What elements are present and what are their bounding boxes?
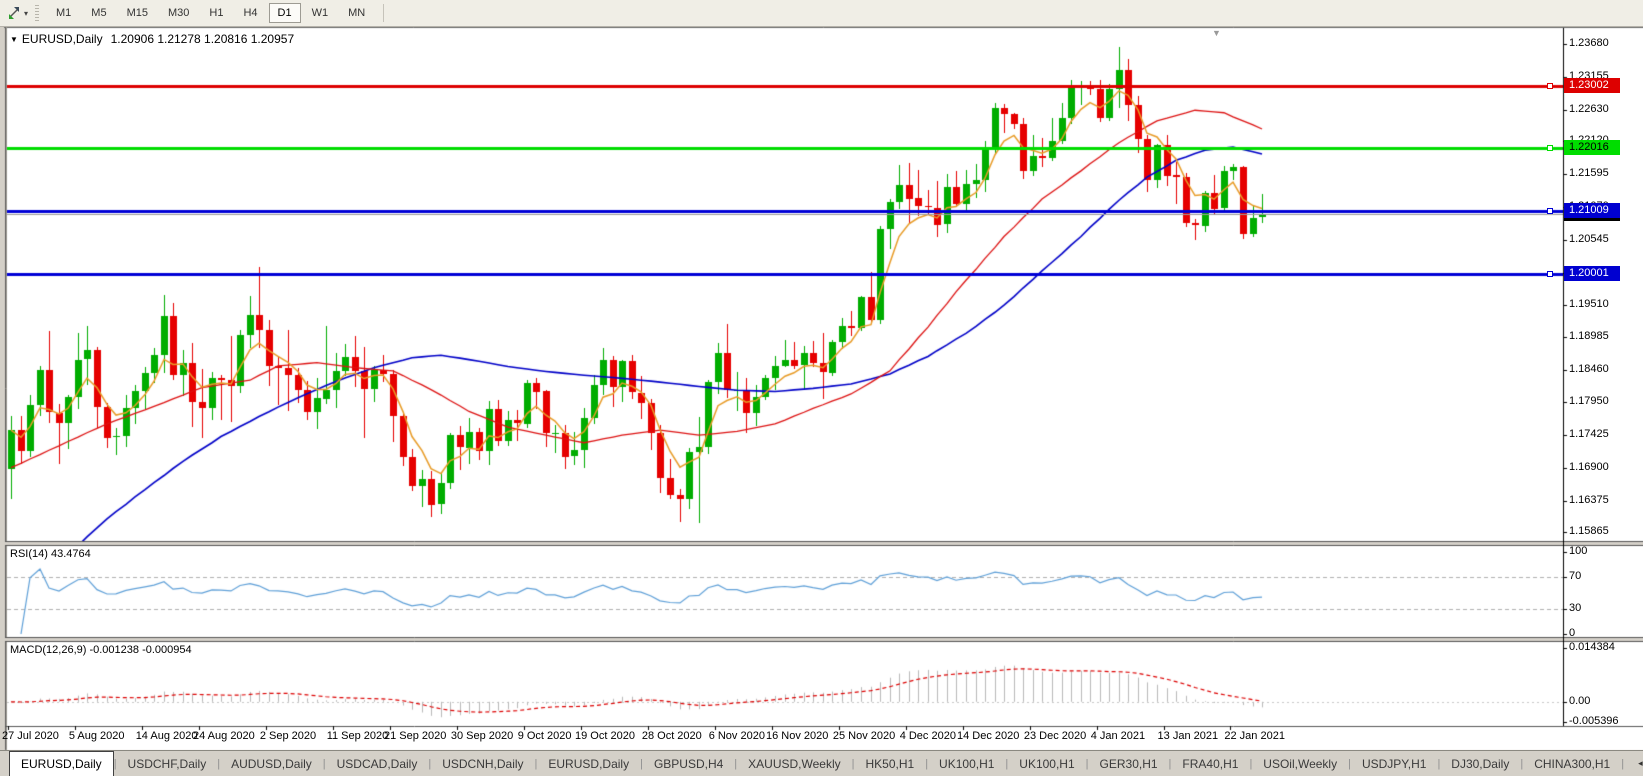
hline-handle[interactable] [1547,208,1553,214]
chart-ohlc-values: 1.20906 1.21278 1.20816 1.20957 [111,32,295,46]
tab-eurusd-daily[interactable]: EURUSD,Daily [9,751,114,776]
chart-canvas[interactable] [0,0,1643,776]
date-axis-label: 27 Jul 2020 [2,730,59,742]
hline-price-label[interactable]: 1.21009 [1564,203,1620,218]
date-axis-label: 11 Sep 2020 [327,730,389,742]
tab-us[interactable]: US [1624,753,1635,775]
date-axis-label: 5 Aug 2020 [69,730,125,742]
hline-handle[interactable] [1547,83,1553,89]
tab-scroll-left-icon[interactable]: ◂ [1635,756,1643,771]
hline-handle[interactable] [1547,271,1553,277]
date-axis-label: 13 Jan 2021 [1158,730,1219,742]
hline-price-label[interactable]: 1.23002 [1564,78,1620,93]
tab-ger30-h1[interactable]: GER30,H1 [1089,753,1169,775]
date-axis-label: 30 Sep 2020 [451,730,513,742]
rsi-indicator-label: RSI(14) 43.4764 [10,548,91,560]
date-axis-label: 21 Sep 2020 [384,730,446,742]
tab-usdjpy-h1[interactable]: USDJPY,H1 [1351,753,1437,775]
macd-axis-tick: 0.00 [1569,695,1590,707]
hline-handle[interactable] [1547,145,1553,151]
timeframe-button-h1[interactable]: H1 [200,3,232,23]
date-axis-label: 24 Aug 2020 [193,730,255,742]
tab-uk100-h1[interactable]: UK100,H1 [928,753,1005,775]
timeframe-button-d1[interactable]: D1 [269,3,301,23]
cursor-arrows-icon[interactable] [5,5,23,21]
price-axis-tick: 1.21595 [1569,167,1609,179]
date-axis-label: 28 Oct 2020 [642,730,702,742]
price-axis-tick: 1.18460 [1569,363,1609,375]
tab-xauusd-weekly[interactable]: XAUUSD,Weekly [737,753,851,775]
tab-usdcad-daily[interactable]: USDCAD,Daily [326,753,429,775]
date-axis-label: 14 Dec 2020 [957,730,1019,742]
price-axis-tick: 1.23680 [1569,37,1609,49]
macd-indicator-label: MACD(12,26,9) -0.001238 -0.000954 [10,644,192,656]
chart-tabbar: EURUSD,Daily|USDCHF,Daily|AUDUSD,Daily|U… [0,750,1643,776]
tab-dj30-daily[interactable]: DJ30,Daily [1440,753,1520,775]
date-axis-label: 19 Oct 2020 [575,730,635,742]
tab-fra40-h1[interactable]: FRA40,H1 [1171,753,1249,775]
tab-china300-h1[interactable]: CHINA300,H1 [1523,753,1621,775]
tab-usdchf-daily[interactable]: USDCHF,Daily [117,753,218,775]
symbol-marker-icon[interactable]: ▼ [10,35,18,44]
timeframe-button-m30[interactable]: M30 [159,3,198,23]
toolbar-grip[interactable] [35,5,39,21]
price-axis-tick: 1.17425 [1569,428,1609,440]
chart-symbol-label: EURUSD,Daily [22,32,103,46]
timeframe-button-m1[interactable]: M1 [47,3,80,23]
hline-price-label[interactable]: 1.20001 [1564,266,1620,281]
tab-usoil-weekly[interactable]: USOil,Weekly [1252,753,1348,775]
date-axis-label: 4 Jan 2021 [1091,730,1145,742]
price-axis-tick: 1.17950 [1569,395,1609,407]
date-axis-label: 4 Dec 2020 [900,730,956,742]
price-axis-tick: 1.19510 [1569,298,1609,310]
date-axis-label: 16 Nov 2020 [766,730,828,742]
tab-scroll-buttons: ◂▸ [1635,756,1643,771]
tab-usdcnh-daily[interactable]: USDCNH,Daily [431,753,534,775]
tab-gbpusd-h4[interactable]: GBPUSD,H4 [643,753,734,775]
price-axis-tick: 1.15865 [1569,525,1609,537]
date-axis-label: 2 Sep 2020 [260,730,316,742]
timeframe-button-m5[interactable]: M5 [82,3,115,23]
price-axis-tick: 1.16900 [1569,461,1609,473]
price-axis-tick: 1.16375 [1569,494,1609,506]
rsi-axis-tick: 70 [1569,570,1581,582]
price-axis-tick: 1.22630 [1569,103,1609,115]
timeframe-button-w1[interactable]: W1 [303,3,338,23]
date-axis-label: 22 Jan 2021 [1224,730,1285,742]
rsi-axis-tick: 100 [1569,545,1587,557]
macd-axis-tick: -0.005396 [1569,715,1619,727]
price-axis-tick: 1.18985 [1569,330,1609,342]
date-axis-label: 9 Oct 2020 [518,730,572,742]
chevron-down-icon[interactable]: ▾ [24,9,28,18]
price-axis-tick: 1.20545 [1569,233,1609,245]
date-axis-label: 25 Nov 2020 [833,730,895,742]
chart-title: ▼ EURUSD,Daily 1.20906 1.21278 1.20816 1.2… [10,32,294,46]
timeframe-button-h4[interactable]: H4 [234,3,266,23]
tab-audusd-daily[interactable]: AUDUSD,Daily [220,753,323,775]
toolbar: ▾ M1M5M15M30H1H4D1W1MN [0,0,1643,27]
rsi-axis-tick: 0 [1569,627,1575,639]
hline-price-label[interactable]: 1.22016 [1564,140,1620,155]
tab-hk50-h1[interactable]: HK50,H1 [854,753,925,775]
chart-shift-marker-icon[interactable]: ▼ [1212,28,1221,38]
date-axis-label: 23 Dec 2020 [1024,730,1086,742]
rsi-axis-tick: 30 [1569,602,1581,614]
tab-uk100-h1[interactable]: UK100,H1 [1008,753,1085,775]
macd-axis-tick: 0.014384 [1569,641,1615,653]
tab-eurusd-daily[interactable]: EURUSD,Daily [537,753,640,775]
timeframe-button-group: M1M5M15M30H1H4D1W1MN [46,3,375,23]
date-axis-label: 14 Aug 2020 [136,730,198,742]
date-axis-label: 6 Nov 2020 [709,730,765,742]
timeframe-button-m15[interactable]: M15 [118,3,157,23]
mt4-window: ▾ M1M5M15M30H1H4D1W1MN ▼ EURUSD,Daily 1.20… [0,0,1643,776]
toolbar-separator [383,4,384,22]
timeframe-button-mn[interactable]: MN [339,3,374,23]
